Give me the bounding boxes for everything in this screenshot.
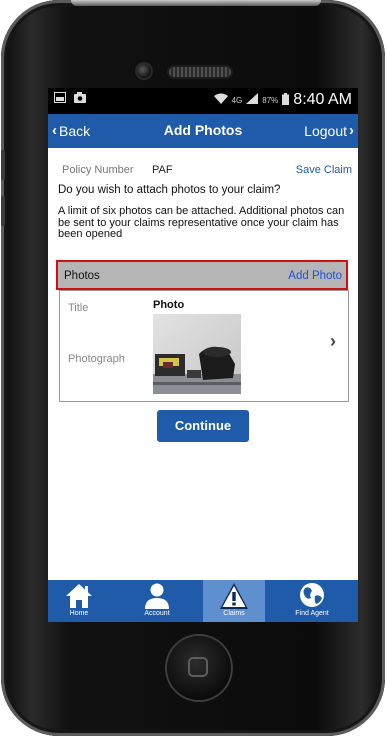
photo-limit-text: A limit of six photos can be attached. A…	[58, 205, 345, 240]
tab-find-agent-label: Find Agent	[295, 610, 329, 617]
save-claim-link[interactable]: Save Claim	[296, 164, 352, 176]
back-button[interactable]: ‹ Back	[52, 122, 90, 139]
wifi-icon	[213, 93, 228, 107]
title-label: Title	[68, 302, 89, 314]
photo-entry-card[interactable]: Title Photo Photograph ›	[59, 290, 349, 402]
clock: 8:40 AM	[293, 91, 352, 108]
title-value: Photo	[153, 299, 185, 311]
screenshot: 4G 87% 8:40 AM ‹ Back Add Photos Logout …	[0, 0, 387, 736]
volume-down-button	[1, 196, 5, 226]
status-bar: 4G 87% 8:40 AM	[48, 88, 358, 114]
attach-question: Do you wish to attach photos to your cla…	[58, 184, 281, 196]
phone-screen: 4G 87% 8:40 AM ‹ Back Add Photos Logout …	[48, 88, 358, 622]
globe-icon	[300, 583, 324, 607]
battery-icon	[282, 92, 290, 108]
chevron-left-icon: ‹	[52, 122, 57, 139]
gallery-icon	[54, 92, 66, 106]
tab-account-label: Account	[144, 610, 170, 617]
photo-thumbnail[interactable]	[153, 314, 241, 394]
continue-button[interactable]: Continue	[157, 410, 249, 442]
logout-label: Logout	[304, 122, 347, 139]
photos-label: Photos	[64, 270, 100, 282]
chevron-right-icon: ›	[330, 331, 336, 351]
tab-find-agent[interactable]: Find Agent	[281, 580, 343, 622]
tab-claims-label: Claims	[223, 610, 245, 617]
phone-top-rim	[71, 0, 321, 6]
camera-icon	[74, 92, 86, 106]
tab-home-label: Home	[69, 610, 89, 617]
home-button-square	[188, 657, 208, 677]
signal-icon	[246, 93, 259, 107]
tab-account[interactable]: Account	[126, 580, 188, 622]
battery-percent: 87%	[262, 95, 279, 105]
add-photo-link[interactable]: Add Photo	[288, 270, 342, 282]
photograph-label: Photograph	[68, 353, 125, 365]
home-icon	[66, 584, 92, 608]
policy-row: Policy Number PAF Save Claim	[62, 164, 352, 180]
chevron-right-icon: ›	[349, 122, 354, 139]
policy-number-label: Policy Number	[62, 164, 134, 176]
earpiece-speaker	[169, 67, 231, 77]
tab-claims[interactable]: Claims	[203, 580, 265, 622]
phone-frame: 4G 87% 8:40 AM ‹ Back Add Photos Logout …	[1, 0, 385, 736]
logout-button[interactable]: Logout ›	[304, 122, 354, 139]
tab-bar: Home Account Claims Find Agent	[48, 580, 358, 622]
policy-number-value: PAF	[152, 164, 173, 176]
tab-home[interactable]: Home	[48, 580, 110, 622]
photos-section-header: Photos Add Photo	[56, 260, 348, 290]
front-camera	[137, 64, 151, 78]
person-icon	[145, 583, 169, 609]
nav-bar: ‹ Back Add Photos Logout ›	[48, 114, 358, 148]
volume-up-button	[1, 150, 5, 180]
lte-indicator: 4G	[231, 95, 243, 105]
phone-home-button[interactable]	[167, 636, 231, 700]
back-label: Back	[59, 122, 91, 139]
warning-icon	[220, 583, 248, 609]
